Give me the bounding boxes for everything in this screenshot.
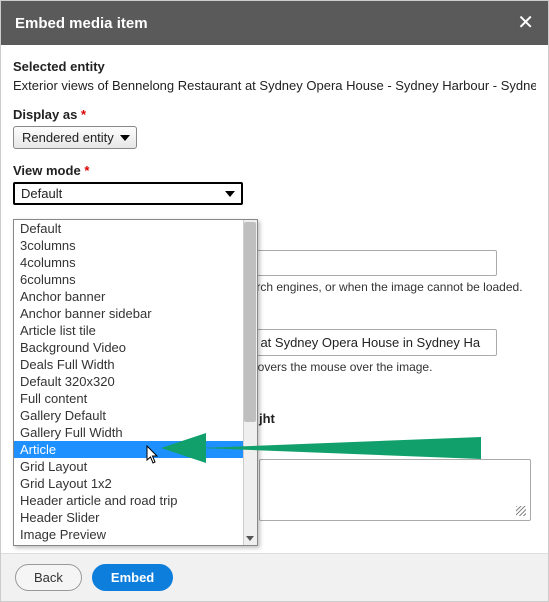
view-mode-option[interactable]: Article list tile <box>14 322 257 339</box>
dropdown-scrollbar[interactable] <box>243 220 257 545</box>
view-mode-option[interactable]: 6columns <box>14 271 257 288</box>
view-mode-option[interactable]: Anchor banner sidebar <box>14 305 257 322</box>
view-mode-dropdown[interactable]: Default3columns4columns6columnsAnchor ba… <box>13 219 258 546</box>
resize-handle-icon[interactable] <box>516 506 526 516</box>
alt-help-text: search engines, or when the image cannot… <box>237 280 523 294</box>
chevron-down-icon <box>120 135 130 141</box>
alt-text-input[interactable] <box>237 250 497 276</box>
view-mode-select[interactable]: Default <box>13 182 243 205</box>
dialog-footer: Back Embed <box>1 553 548 601</box>
back-button[interactable]: Back <box>15 564 82 591</box>
view-mode-option[interactable]: 3columns <box>14 237 257 254</box>
view-mode-option[interactable]: Gallery Default <box>14 407 257 424</box>
view-mode-option[interactable]: Default <box>14 220 257 237</box>
view-mode-option[interactable]: Anchor banner <box>14 288 257 305</box>
textarea-field[interactable] <box>259 459 531 521</box>
cursor-icon <box>146 445 160 465</box>
label-fragment: jht <box>259 411 275 426</box>
selected-entity-label: Selected entity <box>13 59 536 74</box>
title-attr-input[interactable]: nt at Sydney Opera House in Sydney Ha <box>237 329 497 356</box>
dialog-header: Embed media item ✕ <box>1 1 548 45</box>
view-mode-option[interactable]: Header article and road trip <box>14 492 257 509</box>
view-mode-option[interactable]: Background Video <box>14 339 257 356</box>
view-mode-option[interactable]: Header Slider <box>14 509 257 526</box>
view-mode-option[interactable]: Landing Page Widget <box>14 543 257 545</box>
view-mode-option[interactable]: Default 320x320 <box>14 373 257 390</box>
selected-entity-value: Exterior views of Bennelong Restaurant a… <box>13 78 536 93</box>
title-help-text: er hovers the mouse over the image. <box>237 360 497 374</box>
embed-button[interactable]: Embed <box>92 564 173 591</box>
display-as-label: Display as * <box>13 107 536 122</box>
annotation-arrow <box>161 433 481 457</box>
display-as-select[interactable]: Rendered entity <box>13 126 137 149</box>
chevron-down-icon <box>225 191 235 197</box>
dialog-title: Embed media item <box>15 15 148 32</box>
view-mode-option[interactable]: Image Preview <box>14 526 257 543</box>
close-icon[interactable]: ✕ <box>517 13 534 33</box>
view-mode-option[interactable]: 4columns <box>14 254 257 271</box>
view-mode-option[interactable]: Deals Full Width <box>14 356 257 373</box>
view-mode-label: View mode * <box>13 163 536 178</box>
view-mode-option[interactable]: Grid Layout 1x2 <box>14 475 257 492</box>
view-mode-option[interactable]: Full content <box>14 390 257 407</box>
